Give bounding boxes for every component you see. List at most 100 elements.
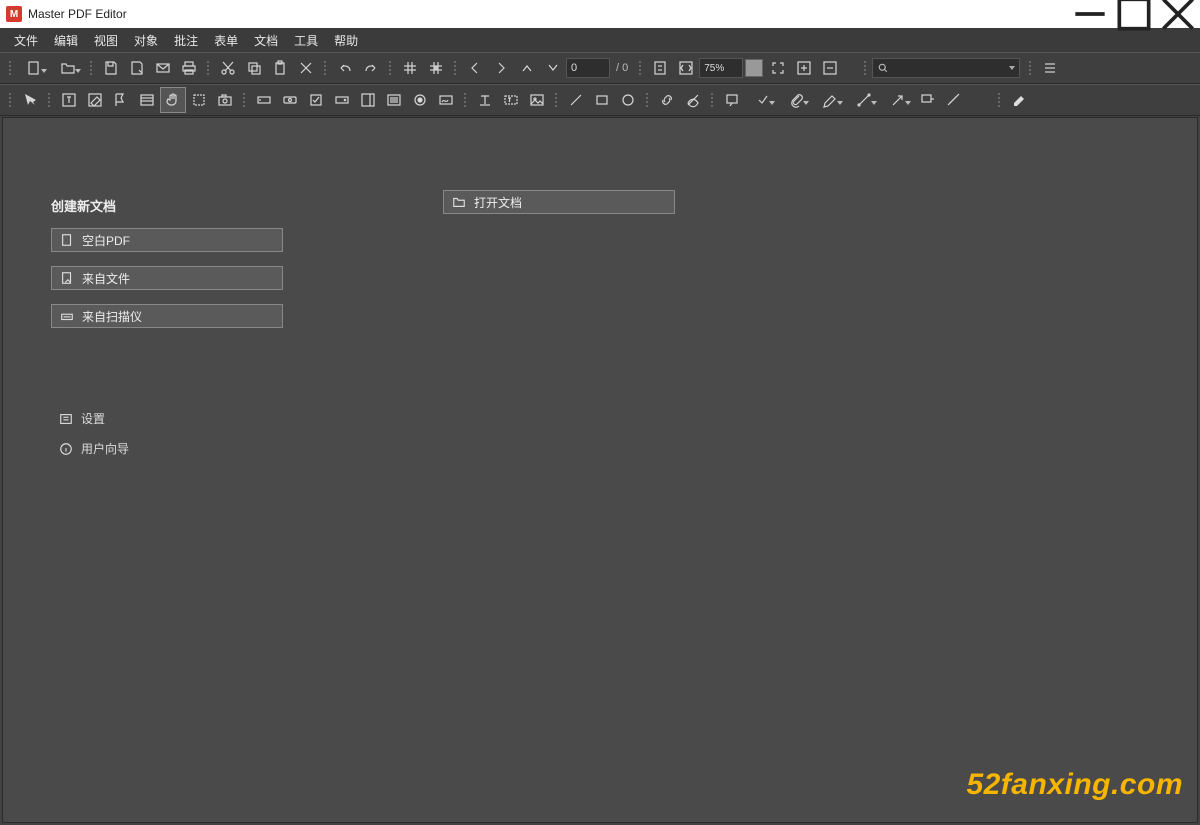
rect-tool[interactable]	[589, 87, 615, 113]
select-area-tool[interactable]	[186, 87, 212, 113]
grip-icon[interactable]	[47, 89, 52, 111]
select-tool[interactable]	[17, 87, 43, 113]
cut-button[interactable]	[215, 55, 241, 81]
close-button[interactable]	[1156, 0, 1200, 28]
pencil-tool[interactable]	[847, 87, 881, 113]
menu-view[interactable]: 视图	[86, 29, 126, 52]
zoom-actual-button[interactable]	[765, 55, 791, 81]
grip-icon[interactable]	[89, 57, 94, 79]
signature-tool[interactable]	[433, 87, 459, 113]
measure-tool[interactable]	[941, 87, 967, 113]
insert-image-tool[interactable]	[524, 87, 550, 113]
snap-button[interactable]	[423, 55, 449, 81]
radio-tool[interactable]	[407, 87, 433, 113]
save-button[interactable]	[98, 55, 124, 81]
zoom-in-button[interactable]	[791, 55, 817, 81]
menu-document[interactable]: 文档	[246, 29, 286, 52]
grip-icon[interactable]	[206, 57, 211, 79]
grip-icon[interactable]	[645, 89, 650, 111]
menu-file[interactable]: 文件	[6, 29, 46, 52]
open-file-button[interactable]	[51, 55, 85, 81]
ellipse-tool[interactable]	[615, 87, 641, 113]
grip-icon[interactable]	[242, 89, 247, 111]
delete-button[interactable]	[293, 55, 319, 81]
text-field-tool[interactable]	[251, 87, 277, 113]
edit-text-tool[interactable]	[56, 87, 82, 113]
listbox-tool[interactable]	[381, 87, 407, 113]
menu-edit[interactable]: 编辑	[46, 29, 86, 52]
zoom-out-button[interactable]	[817, 55, 843, 81]
paste-button[interactable]	[267, 55, 293, 81]
note-tool[interactable]	[719, 87, 745, 113]
checkbox-tool[interactable]	[303, 87, 329, 113]
grip-icon[interactable]	[1028, 57, 1033, 79]
search-input[interactable]	[872, 58, 1020, 78]
scanner-icon	[60, 309, 74, 323]
save-as-button[interactable]	[124, 55, 150, 81]
menu-help[interactable]: 帮助	[326, 29, 366, 52]
settings-link[interactable]: 设置	[59, 410, 105, 427]
window-title: Master PDF Editor	[28, 7, 127, 21]
menu-object[interactable]: 对象	[126, 29, 166, 52]
edit-object-tool[interactable]	[82, 87, 108, 113]
callout-tool[interactable]	[915, 87, 941, 113]
first-page-button[interactable]	[514, 55, 540, 81]
fit-page-button[interactable]	[647, 55, 673, 81]
blank-pdf-button[interactable]: 空白PDF	[51, 228, 283, 252]
open-document-button[interactable]: 打开文档	[443, 190, 675, 214]
maximize-button[interactable]	[1112, 0, 1156, 28]
attachment-tool[interactable]	[779, 87, 813, 113]
grip-icon[interactable]	[453, 57, 458, 79]
grip-icon[interactable]	[323, 57, 328, 79]
stamp-tool[interactable]	[745, 87, 779, 113]
menu-form[interactable]: 表单	[206, 29, 246, 52]
email-button[interactable]	[150, 55, 176, 81]
color-swatch[interactable]	[745, 59, 763, 77]
grip-icon[interactable]	[8, 89, 13, 111]
minimize-button[interactable]	[1068, 0, 1112, 28]
redact-tool[interactable]	[680, 87, 706, 113]
grip-icon[interactable]	[554, 89, 559, 111]
edit-image-tool[interactable]	[108, 87, 134, 113]
undo-button[interactable]	[332, 55, 358, 81]
snapshot-tool[interactable]	[212, 87, 238, 113]
from-scanner-button[interactable]: 来自扫描仪	[51, 304, 283, 328]
highlight-tool[interactable]	[813, 87, 847, 113]
form-tool[interactable]	[134, 87, 160, 113]
button-tool[interactable]	[277, 87, 303, 113]
user-guide-link[interactable]: 用户向导	[59, 440, 129, 457]
prev-page-button[interactable]	[462, 55, 488, 81]
new-file-button[interactable]	[17, 55, 51, 81]
grip-icon[interactable]	[8, 57, 13, 79]
hand-tool[interactable]	[160, 87, 186, 113]
eraser-tool[interactable]	[1006, 87, 1032, 113]
last-page-button[interactable]	[540, 55, 566, 81]
zoom-input[interactable]: 75%	[699, 58, 743, 78]
combo-tool[interactable]	[329, 87, 355, 113]
redo-button[interactable]	[358, 55, 384, 81]
link-tool[interactable]	[654, 87, 680, 113]
arrow-tool[interactable]	[881, 87, 915, 113]
line-tool[interactable]	[563, 87, 589, 113]
window-controls	[1068, 0, 1200, 28]
grip-icon[interactable]	[863, 57, 868, 79]
list-tool[interactable]	[355, 87, 381, 113]
fit-width-button[interactable]	[673, 55, 699, 81]
grip-icon[interactable]	[997, 89, 1002, 111]
print-button[interactable]	[176, 55, 202, 81]
grip-icon[interactable]	[638, 57, 643, 79]
from-file-button[interactable]: 来自文件	[51, 266, 283, 290]
grip-icon[interactable]	[388, 57, 393, 79]
menu-button[interactable]	[1037, 55, 1063, 81]
next-page-button[interactable]	[488, 55, 514, 81]
from-scanner-label: 来自扫描仪	[82, 308, 142, 325]
page-input[interactable]	[566, 58, 610, 78]
type-text-tool[interactable]	[472, 87, 498, 113]
grid-button[interactable]	[397, 55, 423, 81]
menu-annotate[interactable]: 批注	[166, 29, 206, 52]
textbox-tool[interactable]	[498, 87, 524, 113]
grip-icon[interactable]	[710, 89, 715, 111]
menu-tools[interactable]: 工具	[286, 29, 326, 52]
grip-icon[interactable]	[463, 89, 468, 111]
copy-button[interactable]	[241, 55, 267, 81]
